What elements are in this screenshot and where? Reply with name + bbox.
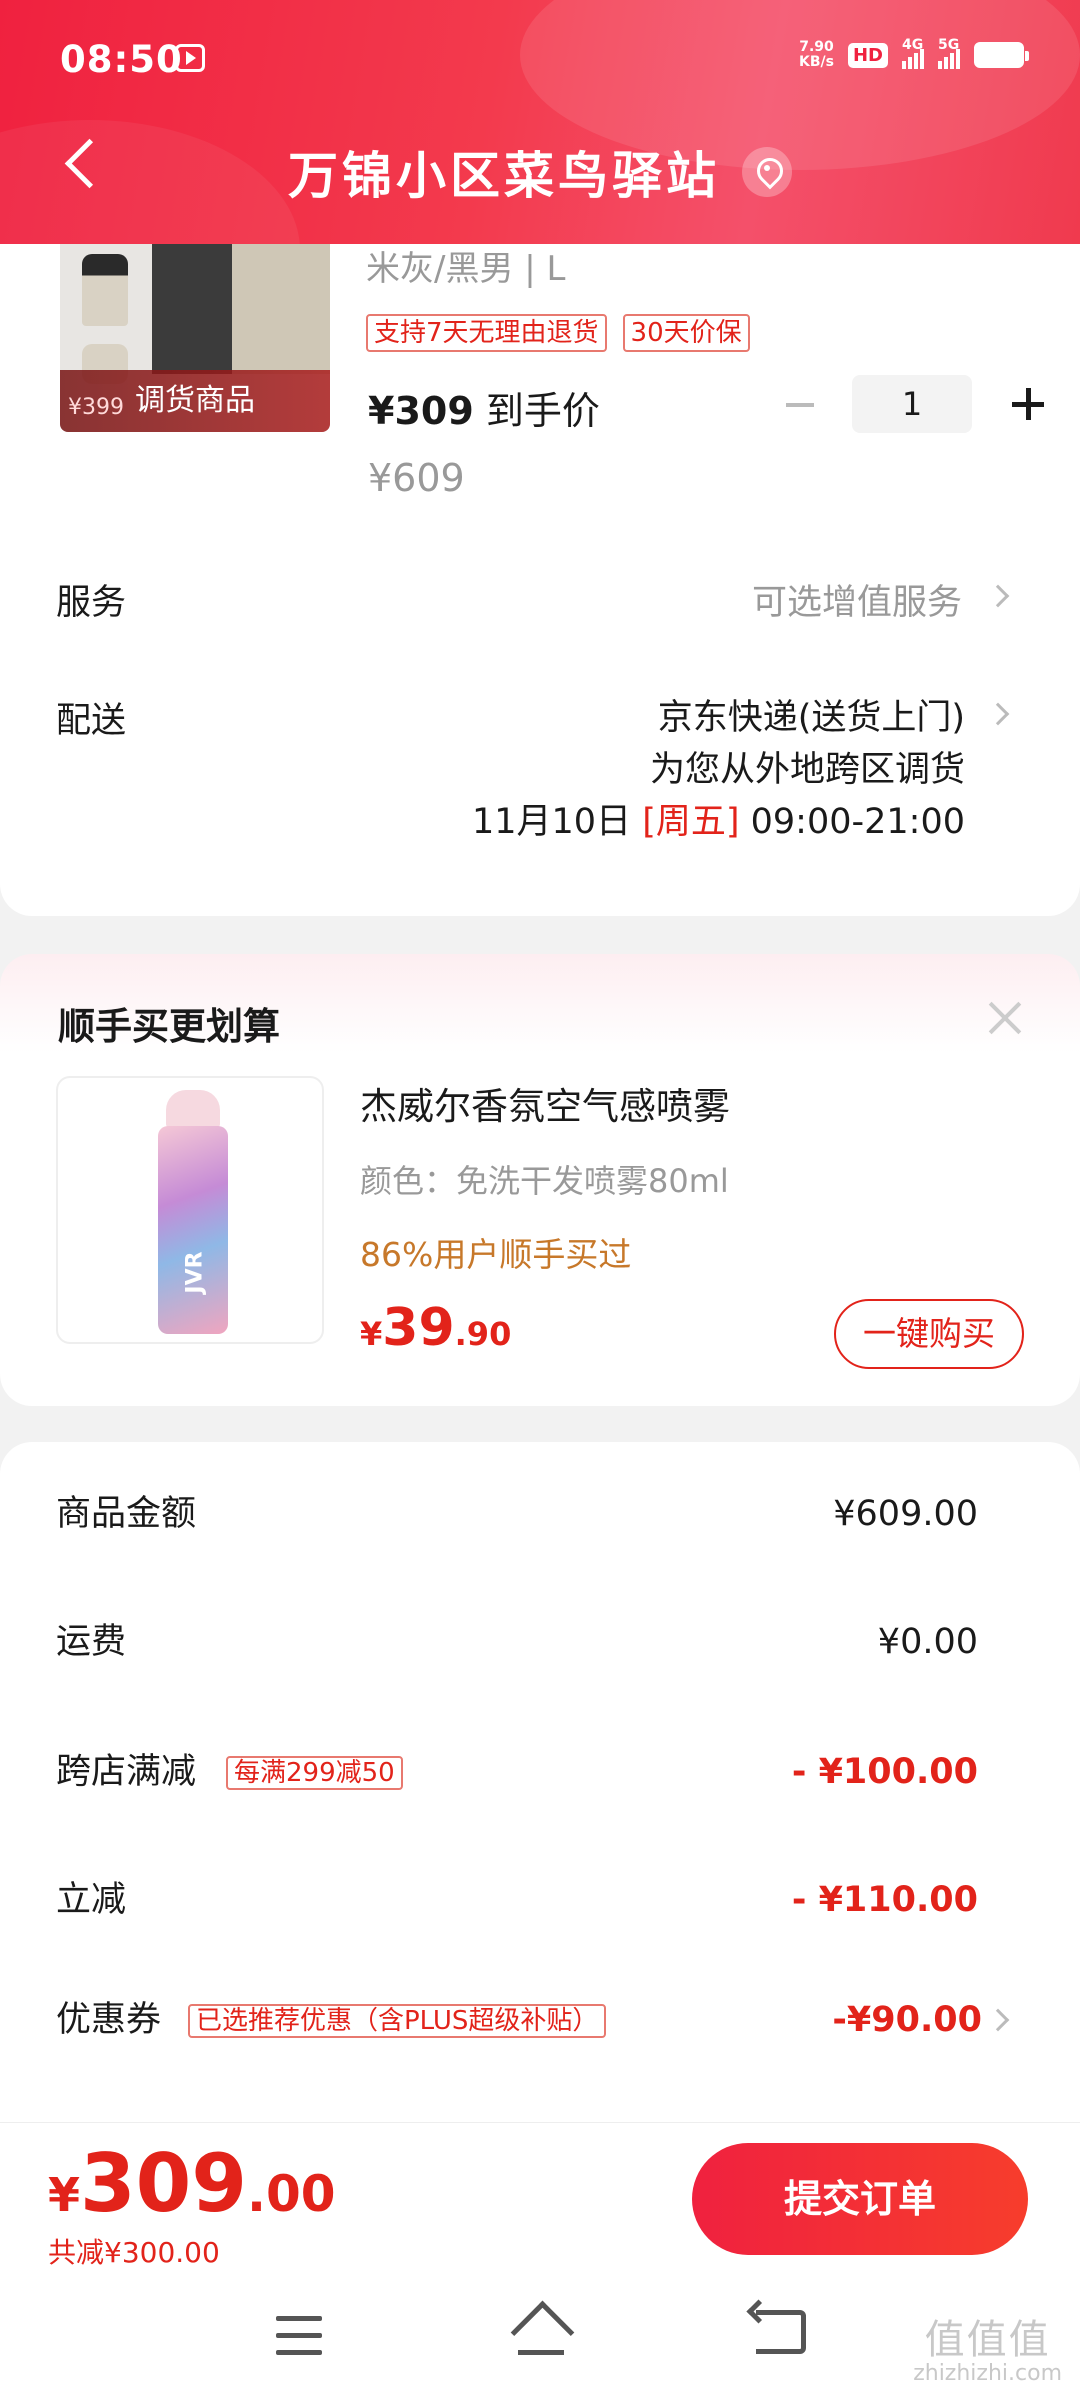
original-price: ¥609: [368, 456, 465, 500]
signal-5g-label: 5G: [938, 37, 960, 53]
checkout-bar: ¥309.00 共减¥300.00 提交订单: [0, 2122, 1080, 2278]
recommend-price-dec: .90: [454, 1315, 512, 1353]
delivery-info[interactable]: 京东快递(送货上门) 为您从外地跨区调货 11月10日 [周五] 09:00-2…: [472, 692, 965, 848]
recommend-price: ¥39.90: [360, 1298, 511, 1358]
delivery-note: 为您从外地跨区调货: [649, 750, 965, 790]
shipping-row: 运费 ¥0.00: [0, 1612, 1080, 1672]
cross-store-label: 跨店满减: [56, 1752, 197, 1792]
total-price-int: 309: [80, 2137, 248, 2230]
quantity-stepper: 1: [770, 374, 1058, 434]
delivery-hours: 09:00-21:00: [750, 802, 965, 842]
play-icon: [175, 44, 205, 72]
back-nav-icon[interactable]: [756, 2310, 806, 2354]
location-icon[interactable]: [742, 147, 792, 197]
instant-discount-value: - ¥110.00: [791, 1880, 978, 1920]
product-spec[interactable]: 米灰/黑男 | L: [366, 244, 565, 294]
goods-amount-row: 商品金额 ¥609.00: [0, 1484, 1080, 1544]
total-price: ¥309.00: [48, 2137, 336, 2230]
can-body: [158, 1126, 228, 1334]
service-label: 服务: [56, 583, 127, 623]
status-time: 08:50: [60, 38, 183, 81]
recommend-popularity: 86%用户顺手买过: [360, 1235, 632, 1274]
pickup-location-title[interactable]: 万锦小区菜鸟驿站: [288, 136, 720, 208]
chevron-right-icon[interactable]: [986, 584, 1010, 608]
jacket-thumb: [82, 254, 128, 326]
final-price-suffix: 到手价: [473, 389, 600, 433]
cross-store-value: - ¥100.00: [791, 1752, 978, 1792]
coupon-label: 优惠券: [56, 2000, 162, 2040]
net-speed: 7.90 KB/s: [799, 40, 834, 70]
goods-amount-value: ¥609.00: [833, 1494, 978, 1534]
cross-store-tag: 每满299减50: [226, 1756, 403, 1790]
delivery-weekday: [周五]: [642, 802, 740, 842]
recommend-card: 顺手买更划算 JVR 杰威尔香氛空气感喷雾 颜色：免洗干发喷雾80ml 86%用…: [0, 954, 1080, 1406]
recommend-title: 顺手买更划算: [58, 1005, 280, 1048]
coupon-tag: 已选推荐优惠（含PLUS超级补贴）: [188, 2004, 607, 2038]
return-policy-tag: 支持7天无理由退货: [366, 314, 607, 352]
badge-price: ¥399: [68, 395, 124, 420]
watermark-logo: 值值值: [924, 2317, 1051, 2363]
delivery-label: 配送: [56, 701, 127, 741]
total-price-symbol: ¥: [48, 2168, 81, 2222]
quantity-input[interactable]: 1: [852, 375, 972, 433]
product-card: 调货商品 ¥399 米灰/黑男 | L 支持7天无理由退货 30天价保 ¥309…: [0, 244, 1080, 916]
recommend-product-name[interactable]: 杰威尔香氛空气感喷雾: [360, 1076, 730, 1130]
net-speed-value: 7.90: [799, 39, 834, 55]
minus-icon[interactable]: [770, 374, 830, 434]
final-price: ¥309 到手价: [368, 380, 600, 435]
final-price-value: ¥309: [368, 389, 474, 433]
header-title-area: 万锦小区菜鸟驿站: [0, 136, 1080, 208]
recommend-product-image[interactable]: JVR: [56, 1076, 324, 1344]
price-protect-tag: 30天价保: [622, 314, 750, 352]
status-icons: 7.90 KB/s HD 4G 5G: [799, 37, 1029, 70]
can-cap: [166, 1090, 220, 1128]
jacket-photo: [152, 244, 330, 374]
battery-icon: [974, 42, 1029, 68]
cross-store-discount-row: 跨店满减 每满299减50 - ¥100.00: [0, 1742, 1080, 1802]
delivery-date: 11月10日: [471, 802, 632, 842]
chevron-right-icon[interactable]: [986, 2008, 1010, 2032]
amount-card: 商品金额 ¥609.00 运费 ¥0.00 跨店满减 每满299减50 - ¥1…: [0, 1442, 1080, 2122]
coupon-value[interactable]: -¥90.00: [832, 1990, 982, 2050]
close-icon[interactable]: [984, 998, 1024, 1038]
signal-4g-icon: 4G: [902, 37, 924, 69]
plus-icon[interactable]: [998, 374, 1058, 434]
one-click-buy-button[interactable]: 一键购买: [834, 1299, 1024, 1369]
service-value[interactable]: 可选增值服务: [752, 574, 962, 625]
hd-icon: HD: [847, 42, 888, 68]
coupon-row[interactable]: 优惠券 已选推荐优惠（含PLUS超级补贴） -¥90.00: [0, 1990, 1080, 2050]
recommend-price-symbol: ¥: [360, 1315, 383, 1353]
instant-discount-label: 立减: [56, 1880, 127, 1920]
header: 08:50 7.90 KB/s HD 4G 5G 万锦小区菜鸟驿站: [0, 0, 1080, 244]
submit-order-button[interactable]: 提交订单: [692, 2143, 1028, 2255]
recommend-price-int: 39: [382, 1298, 455, 1358]
delivery-time: 11月10日 [周五] 09:00-21:00: [472, 796, 965, 848]
total-saved[interactable]: 共减¥300.00: [48, 2231, 220, 2271]
chevron-right-icon[interactable]: [986, 702, 1010, 726]
watermark: 值值值 zhizhizhi.com: [913, 2318, 1062, 2386]
product-tags: 支持7天无理由退货 30天价保: [366, 314, 750, 352]
product-image[interactable]: 调货商品 ¥399: [60, 244, 330, 432]
menu-icon[interactable]: [276, 2316, 322, 2356]
recommend-product-spec: 颜色：免洗干发喷雾80ml: [360, 1162, 729, 1200]
instant-discount-row: 立减 - ¥110.00: [0, 1870, 1080, 1930]
brand-logo: JVR: [182, 1251, 208, 1294]
signal-4g-label: 4G: [902, 37, 924, 53]
spray-can-image: JVR: [158, 1090, 228, 1334]
order-confirm-page: 08:50 7.90 KB/s HD 4G 5G 万锦小区菜鸟驿站 调货商品 ¥…: [0, 0, 1080, 2400]
total-price-dec: .00: [247, 2165, 336, 2223]
shipping-value: ¥0.00: [877, 1622, 978, 1662]
goods-amount-label: 商品金额: [56, 1494, 197, 1534]
shipping-label: 运费: [56, 1622, 127, 1662]
signal-5g-icon: 5G: [938, 37, 960, 69]
delivery-method: 京东快递(送货上门): [657, 698, 965, 738]
home-icon[interactable]: [510, 2304, 572, 2358]
net-speed-unit: KB/s: [799, 54, 834, 70]
watermark-url: zhizhizhi.com: [913, 2361, 1062, 2386]
